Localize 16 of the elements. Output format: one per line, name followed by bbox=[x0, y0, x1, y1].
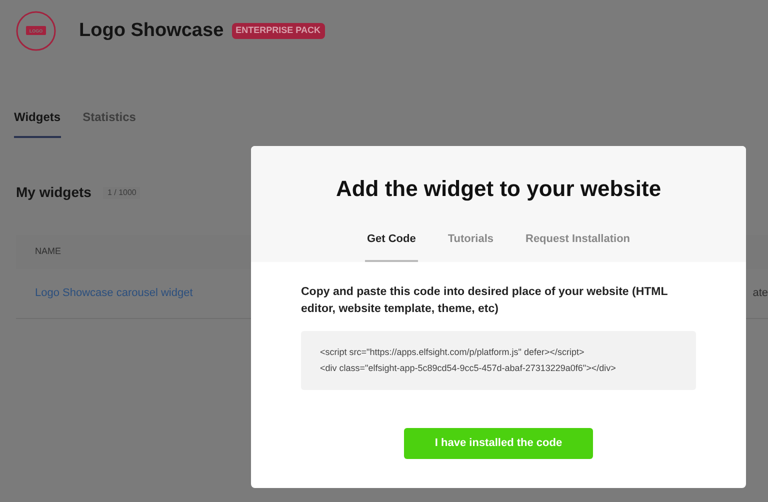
code-line: <div class="elfsight-app-5c89cd54-9cc5-457d-abaf-27313229a0f6"></div> bbox=[320, 362, 617, 374]
installed-button[interactable]: I have installed the code bbox=[404, 428, 593, 458]
plan-badge: ENTERPRISE PACK bbox=[232, 23, 324, 39]
table-cell-text: ate bbox=[752, 286, 768, 302]
modal-title: Add the widget to your website bbox=[336, 175, 662, 203]
modal-tab[interactable]: Tutorials bbox=[446, 231, 496, 262]
column-heading: NAME bbox=[35, 245, 62, 258]
modal-tab[interactable]: Request Installation bbox=[524, 231, 632, 262]
instructions-text: Copy and paste this code into desired place of your website (HTML editor, website template, theme, etc) bbox=[301, 284, 669, 316]
page-tab[interactable]: Widgets bbox=[14, 108, 61, 138]
page-tab[interactable]: Statistics bbox=[82, 108, 136, 138]
widget-link[interactable]: Logo Showcase carousel widget bbox=[16, 285, 193, 302]
section-title: My widgets bbox=[16, 183, 92, 202]
code-line: <script src="https://apps.elfsight.com/p/platform.js" defer></script> bbox=[320, 346, 586, 358]
app-title: Logo Showcase bbox=[79, 18, 224, 43]
modal-tab[interactable]: Get Code bbox=[364, 231, 418, 262]
